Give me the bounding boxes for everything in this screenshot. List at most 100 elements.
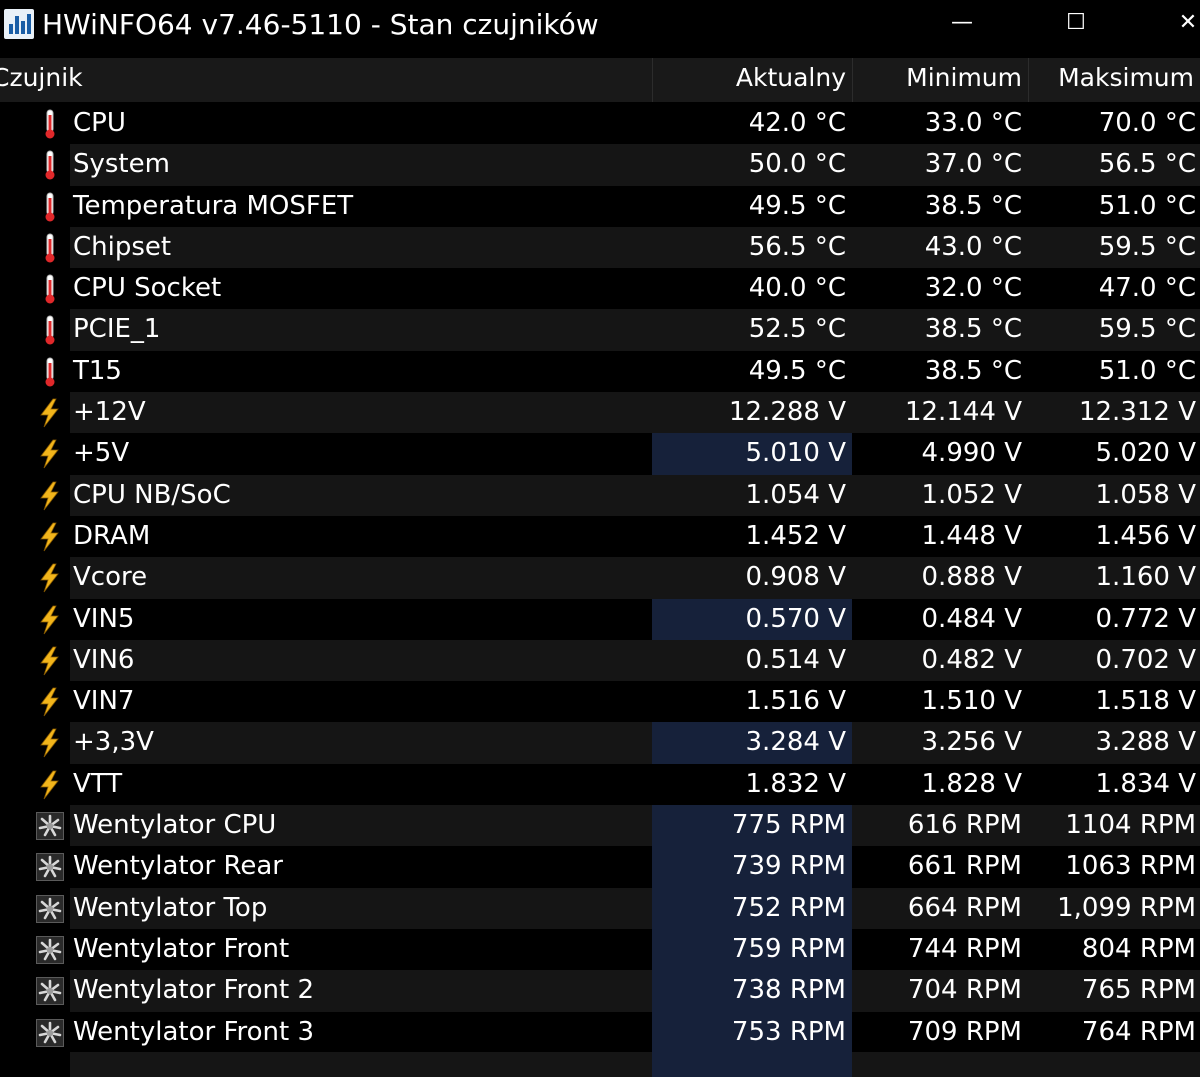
current-value: 739 RPM: [652, 846, 852, 888]
maximum-value: 1.456 V: [1095, 520, 1196, 551]
title-bar[interactable]: HWiNFO64 v7.46-5110 - Stan czujników — ☐…: [0, 0, 1200, 52]
table-row[interactable]: Vcore 0.908 V 0.888 V 1.160 V: [0, 557, 1200, 599]
column-header-minimum[interactable]: Minimum: [852, 58, 1028, 102]
sensor-name: +3,3V: [73, 727, 154, 758]
table-row[interactable]: CPU Socket 40.0 °C 32.0 °C 47.0 °C: [0, 268, 1200, 310]
current-value: 775 RPM: [652, 805, 852, 847]
sensor-name: CPU: [73, 108, 126, 138]
current-value: 753 RPM: [652, 1011, 852, 1053]
sensor-name: VIN7: [73, 686, 135, 717]
table-row[interactable]: Temperatura MOSFET 49.5 °C 38.5 °C 51.0 °C: [0, 185, 1200, 227]
current-value: 0.514 V: [745, 644, 846, 675]
maximum-value: 12.312 V: [1078, 397, 1196, 428]
table-row[interactable]: Wentylator Front 2 738 RPM 704 RPM 765 RPM: [0, 970, 1200, 1012]
minimum-value: 1.510 V: [921, 686, 1022, 717]
current-value: 52.5 °C: [748, 314, 846, 345]
thermometer-icon: [36, 150, 64, 180]
lightning-bolt-icon: [36, 439, 64, 469]
close-button[interactable]: ✕: [1168, 0, 1200, 46]
sensor-name: Vcore: [73, 562, 148, 593]
sensor-name: VTT: [73, 768, 123, 799]
maximum-value: 1,099 RPM: [1057, 892, 1196, 923]
column-header-current[interactable]: Aktualny: [652, 58, 852, 102]
maximum-value: 0.772 V: [1095, 603, 1196, 634]
sensor-name: +5V: [73, 438, 130, 469]
sensor-name: T15: [73, 355, 122, 386]
minimum-value: 1.052 V: [921, 479, 1022, 510]
table-row[interactable]: CPU NB/SoC 1.054 V 1.052 V 1.058 V: [0, 474, 1200, 516]
table-row[interactable]: Wentylator CPU 775 RPM 616 RPM 1104 RPM: [0, 805, 1200, 847]
table-row[interactable]: Wentylator Front 3 753 RPM 709 RPM 764 RPM: [0, 1011, 1200, 1053]
table-row[interactable]: VIN6 0.514 V 0.482 V 0.702 V: [0, 639, 1200, 682]
fan-icon: [36, 1018, 64, 1048]
sensor-name: Wentylator Front 3: [73, 1016, 315, 1047]
current-value: 49.5 °C: [748, 190, 846, 221]
sensor-name: Wentylator Front 2: [73, 975, 315, 1006]
maximum-value: 765 RPM: [1081, 975, 1196, 1006]
fan-icon: [36, 811, 64, 841]
thermometer-icon: [36, 357, 64, 387]
lightning-bolt-icon: [36, 728, 64, 758]
minimum-value: 704 RPM: [907, 975, 1022, 1006]
maximum-value: 59.5 °C: [1098, 314, 1196, 345]
sensor-name: Wentylator Front: [73, 933, 290, 964]
table-row[interactable]: VTT 1.832 V 1.828 V 1.834 V: [0, 763, 1200, 806]
maximum-value: 1063 RPM: [1065, 851, 1196, 882]
fan-icon: [36, 852, 64, 882]
minimum-value: 38.5 °C: [924, 190, 1022, 221]
table-row[interactable]: VIN7 1.516 V 1.510 V 1.518 V: [0, 681, 1200, 723]
empty-row: [70, 1052, 1200, 1077]
maximum-value: 47.0 °C: [1098, 273, 1196, 304]
minimum-value: 0.482 V: [921, 644, 1022, 675]
sensor-name: Wentylator CPU: [73, 810, 277, 841]
maximum-value: 5.020 V: [1095, 438, 1196, 469]
current-value: 0.908 V: [745, 562, 846, 593]
lightning-bolt-icon: [36, 563, 64, 593]
hwinfo-app-icon[interactable]: [4, 9, 34, 39]
table-row[interactable]: PCIE_1 52.5 °C 38.5 °C 59.5 °C: [0, 309, 1200, 351]
maximum-value: 1.834 V: [1095, 768, 1196, 799]
table-row[interactable]: Chipset 56.5 °C 43.0 °C 59.5 °C: [0, 226, 1200, 269]
table-row[interactable]: CPU 42.0 °C 33.0 °C 70.0 °C: [0, 103, 1200, 145]
maximum-value: 804 RPM: [1081, 933, 1196, 964]
table-row[interactable]: Wentylator Rear 739 RPM 661 RPM 1063 RPM: [0, 846, 1200, 888]
thermometer-icon: [36, 192, 64, 222]
sensor-name: VIN6: [73, 644, 135, 675]
maximum-value: 59.5 °C: [1098, 231, 1196, 262]
maximum-value: 1.160 V: [1095, 562, 1196, 593]
table-row[interactable]: +5V 5.010 V 4.990 V 5.020 V: [0, 433, 1200, 475]
minimum-value: 0.484 V: [921, 603, 1022, 634]
table-row[interactable]: Wentylator Front 759 RPM 744 RPM 804 RPM: [0, 928, 1200, 971]
table-row[interactable]: VIN5 0.570 V 0.484 V 0.772 V: [0, 598, 1200, 640]
maximum-value: 1104 RPM: [1065, 810, 1196, 841]
table-row[interactable]: DRAM 1.452 V 1.448 V 1.456 V: [0, 515, 1200, 558]
lightning-bolt-icon: [36, 605, 64, 635]
table-row[interactable]: +12V 12.288 V 12.144 V 12.312 V: [0, 392, 1200, 434]
maximum-value: 51.0 °C: [1098, 355, 1196, 386]
current-value: 50.0 °C: [748, 149, 846, 180]
sensor-name: +12V: [73, 397, 146, 428]
maximize-button[interactable]: ☐: [1048, 0, 1104, 46]
current-value: 1.832 V: [745, 768, 846, 799]
current-value: 12.288 V: [728, 397, 846, 428]
minimum-value: 744 RPM: [907, 933, 1022, 964]
minimum-value: 43.0 °C: [924, 231, 1022, 262]
maximum-value: 764 RPM: [1081, 1016, 1196, 1047]
thermometer-icon: [36, 109, 64, 139]
lightning-bolt-icon: [36, 398, 64, 428]
minimum-value: 4.990 V: [921, 438, 1022, 469]
minimum-value: 12.144 V: [904, 397, 1022, 428]
minimize-button[interactable]: —: [934, 0, 990, 46]
maximum-value: 1.518 V: [1095, 686, 1196, 717]
sensor-name: Temperatura MOSFET: [73, 190, 354, 221]
current-value: 1.516 V: [745, 686, 846, 717]
table-row[interactable]: Wentylator Top 752 RPM 664 RPM 1,099 RPM: [0, 887, 1200, 929]
table-row[interactable]: T15 49.5 °C 38.5 °C 51.0 °C: [0, 350, 1200, 393]
column-header-maximum[interactable]: Maksimum: [1028, 58, 1200, 102]
current-value: 49.5 °C: [748, 355, 846, 386]
thermometer-icon: [36, 315, 64, 345]
table-row[interactable]: +3,3V 3.284 V 3.256 V 3.288 V: [0, 722, 1200, 764]
column-header-sensor[interactable]: Czujnik: [0, 58, 652, 102]
table-row[interactable]: System 50.0 °C 37.0 °C 56.5 °C: [0, 144, 1200, 186]
current-value: 40.0 °C: [748, 273, 846, 304]
